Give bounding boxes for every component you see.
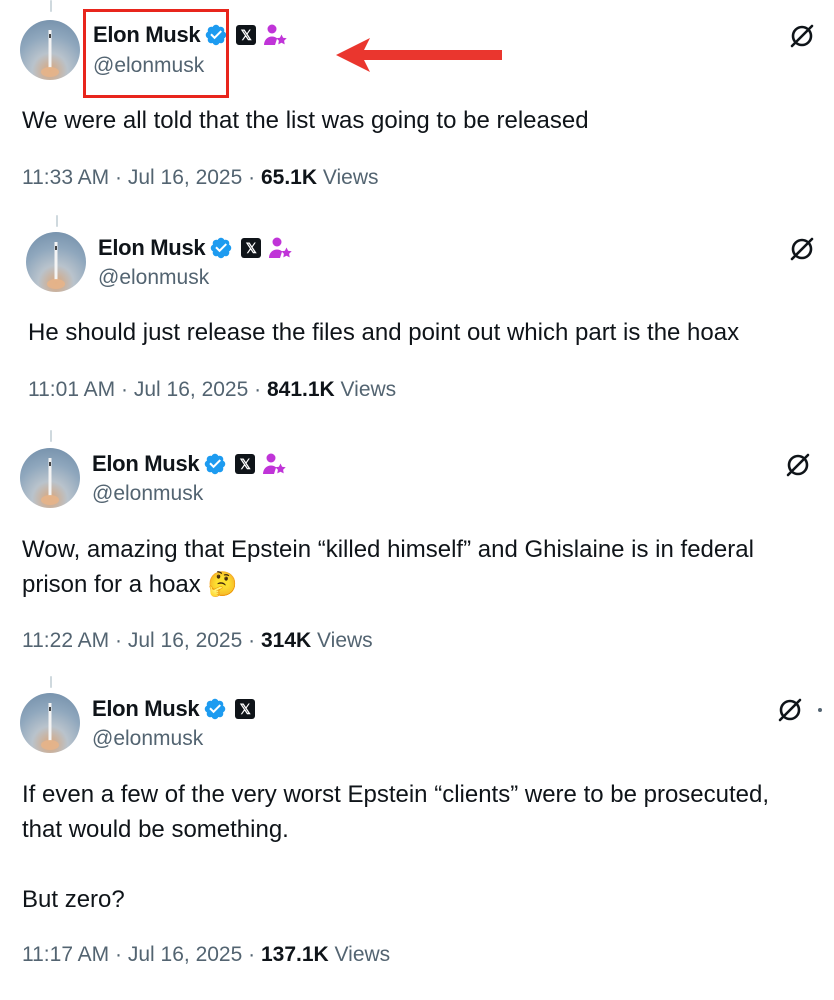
- tweet-date[interactable]: Jul 16, 2025: [128, 166, 242, 189]
- grok-icon[interactable]: [777, 697, 803, 723]
- tweet-text-line: prison for a hoax 🤔: [22, 571, 238, 598]
- tweet-text-blank-line: [22, 847, 822, 882]
- tweet-text-line: We were all told that the list was going…: [22, 107, 589, 134]
- verified-badge-icon[interactable]: [209, 236, 233, 260]
- x-logo-icon: 𝕏: [235, 454, 256, 474]
- views-label: Views: [334, 943, 391, 966]
- views-label: Views: [340, 378, 397, 401]
- affiliate-badge-icon[interactable]: [261, 452, 287, 476]
- affiliate-badge-icon[interactable]: [267, 236, 293, 260]
- tweet-text-line: that would be something.: [22, 816, 289, 843]
- tweet-text: If even a few of the very worst Epstein …: [22, 777, 822, 917]
- tweet-text-line: If even a few of the very worst Epstein …: [22, 781, 770, 808]
- separator: ·: [248, 166, 256, 189]
- tweet-text-line: Wow, amazing that Epstein “killed himsel…: [22, 536, 754, 563]
- rocket-avatar-icon: [41, 458, 59, 505]
- x-logo-icon: 𝕏: [235, 699, 256, 719]
- tweet-time[interactable]: 11:22 AM: [22, 629, 109, 652]
- avatar[interactable]: [26, 232, 86, 292]
- views-label: Views: [317, 629, 373, 652]
- views-count: 314K: [260, 629, 312, 652]
- author-handle[interactable]: @elonmusk: [98, 266, 209, 290]
- tweet-meta: 11:22 AM · Jul 16, 2025 · 314K Views: [22, 629, 373, 653]
- tweet-time[interactable]: 11:17 AM: [22, 943, 109, 966]
- author-handle[interactable]: @elonmusk: [92, 727, 203, 751]
- views-label: Views: [322, 166, 379, 189]
- tweet-meta: 11:01 AM · Jul 16, 2025 · 841.1K Views: [28, 378, 396, 402]
- rocket-avatar-icon: [41, 703, 59, 750]
- tweet-meta: 11:17 AM · Jul 16, 2025 · 137.1K Views: [22, 943, 390, 967]
- grok-icon[interactable]: [789, 236, 815, 262]
- separator: ·: [248, 943, 256, 966]
- grok-icon[interactable]: [785, 452, 811, 478]
- grok-icon[interactable]: [789, 23, 815, 49]
- thread-connector: [56, 215, 58, 227]
- x-logo-icon: 𝕏: [241, 238, 262, 258]
- separator: ·: [254, 378, 262, 401]
- author-name[interactable]: Elon Musk: [92, 451, 200, 477]
- tweet-text-line: He should just release the files and poi…: [28, 319, 740, 346]
- tweet-text: We were all told that the list was going…: [22, 103, 822, 138]
- tweet-date[interactable]: Jul 16, 2025: [128, 943, 242, 966]
- separator: ·: [115, 629, 123, 652]
- more-options-icon[interactable]: [818, 708, 822, 712]
- tweet-meta: 11:33 AM · Jul 16, 2025 · 65.1K Views: [22, 166, 379, 190]
- avatar[interactable]: [20, 693, 80, 753]
- author-name[interactable]: Elon Musk: [92, 696, 200, 722]
- tweet-time[interactable]: 11:01 AM: [28, 378, 115, 401]
- highlight-box: [83, 9, 229, 98]
- separator: ·: [121, 378, 129, 401]
- views-count: 65.1K: [260, 166, 318, 189]
- author-name[interactable]: Elon Musk: [98, 235, 206, 261]
- separator: ·: [115, 166, 123, 189]
- separator: ·: [115, 943, 123, 966]
- author-handle[interactable]: @elonmusk: [92, 482, 203, 506]
- tweet-text: He should just release the files and poi…: [28, 315, 828, 350]
- tweet-time[interactable]: 11:33 AM: [22, 166, 109, 189]
- views-count: 841.1K: [266, 378, 335, 401]
- tweet-text-line: But zero?: [22, 886, 125, 913]
- views-count: 137.1K: [260, 943, 329, 966]
- avatar[interactable]: [20, 448, 80, 508]
- verified-badge-icon[interactable]: [203, 452, 227, 476]
- avatar[interactable]: [20, 20, 80, 80]
- tweet-text: Wow, amazing that Epstein “killed himsel…: [22, 532, 822, 602]
- rocket-avatar-icon: [41, 30, 59, 77]
- x-logo-icon: 𝕏: [236, 25, 257, 45]
- rocket-avatar-icon: [47, 242, 65, 289]
- affiliate-badge-icon[interactable]: [262, 23, 288, 47]
- thread-connector: [50, 430, 52, 442]
- tweet-date[interactable]: Jul 16, 2025: [128, 629, 242, 652]
- red-arrow-annotation: [336, 38, 502, 72]
- separator: ·: [248, 629, 256, 652]
- thread-connector: [50, 676, 52, 688]
- verified-badge-icon[interactable]: [203, 697, 227, 721]
- thread-connector: [50, 0, 52, 12]
- tweet-date[interactable]: Jul 16, 2025: [134, 378, 248, 401]
